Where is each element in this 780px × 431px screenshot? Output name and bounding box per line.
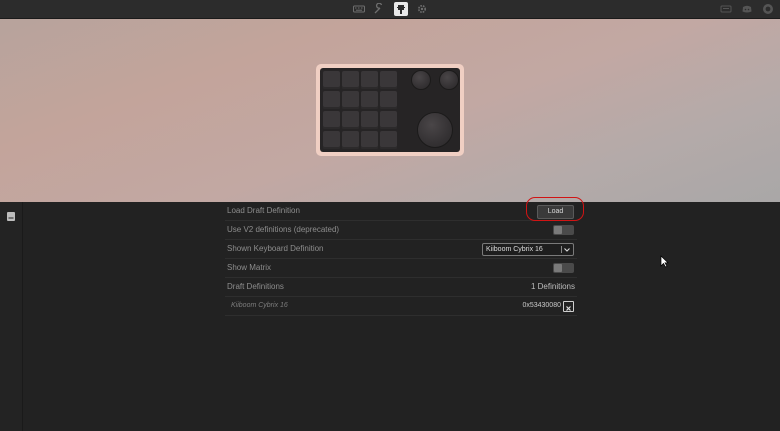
knob-small-right[interactable]: [439, 70, 459, 90]
keyboard-plate: [320, 68, 460, 152]
use-v2-toggle[interactable]: [553, 225, 574, 235]
selected-definition: Kiiboom Cybrix 16: [486, 246, 543, 253]
keyboard-preview: [0, 19, 780, 202]
shown-definition-label: Shown Keyboard Definition: [227, 244, 324, 253]
draft-item-id: 0x53430080: [522, 302, 561, 309]
bookmark-icon[interactable]: [7, 208, 15, 221]
knob-large[interactable]: [417, 112, 453, 148]
chevron-down-icon: [563, 245, 571, 254]
key[interactable]: [342, 111, 359, 129]
keyboard-case: [316, 64, 464, 156]
download-icon[interactable]: [720, 3, 732, 15]
key[interactable]: [361, 111, 378, 129]
show-matrix-toggle[interactable]: [553, 263, 574, 273]
row-show-matrix: Show Matrix: [225, 259, 577, 278]
remove-draft-button[interactable]: [563, 301, 574, 312]
close-icon: [566, 306, 571, 311]
left-rail: [0, 202, 23, 431]
discord-icon[interactable]: [741, 3, 753, 15]
debug-icon[interactable]: [394, 2, 408, 16]
key[interactable]: [342, 131, 359, 149]
load-draft-label: Load Draft Definition: [227, 206, 300, 215]
draft-definitions-count: 1 Definitions: [530, 282, 575, 291]
key[interactable]: [361, 71, 378, 89]
load-highlight-ring: [526, 197, 584, 221]
gear-icon[interactable]: [416, 3, 428, 15]
key[interactable]: [380, 131, 397, 149]
debug-settings-panel: Load Draft Definition Load Use V2 defini…: [225, 202, 577, 316]
keyboard-icon[interactable]: [353, 3, 365, 15]
keyboard-definition-select[interactable]: Kiiboom Cybrix 16: [482, 243, 574, 256]
key[interactable]: [323, 131, 340, 149]
key[interactable]: [380, 71, 397, 89]
use-v2-label: Use V2 definitions (deprecated): [227, 225, 340, 234]
key[interactable]: [380, 91, 397, 109]
key[interactable]: [361, 131, 378, 149]
knob-small-left[interactable]: [411, 70, 431, 90]
row-shown-definition: Shown Keyboard Definition Kiiboom Cybrix…: [225, 240, 577, 259]
row-load-draft: Load Draft Definition Load: [225, 202, 577, 221]
row-use-v2: Use V2 definitions (deprecated): [225, 221, 577, 240]
key[interactable]: [342, 71, 359, 89]
key[interactable]: [380, 111, 397, 129]
draft-definitions-label: Draft Definitions: [227, 282, 284, 291]
mouse-cursor-icon: [660, 255, 669, 268]
key[interactable]: [342, 91, 359, 109]
show-matrix-label: Show Matrix: [227, 263, 272, 272]
key[interactable]: [323, 91, 340, 109]
key[interactable]: [323, 111, 340, 129]
key[interactable]: [361, 91, 378, 109]
key[interactable]: [323, 71, 340, 89]
row-draft-definitions: Draft Definitions 1 Definitions: [225, 278, 577, 297]
top-toolbar: [0, 0, 780, 19]
settings-icon[interactable]: [373, 3, 385, 15]
draft-definition-item: Kiiboom Cybrix 16 0x53430080: [225, 297, 577, 316]
draft-item-name: Kiiboom Cybrix 16: [231, 302, 288, 309]
github-icon[interactable]: [762, 3, 774, 15]
